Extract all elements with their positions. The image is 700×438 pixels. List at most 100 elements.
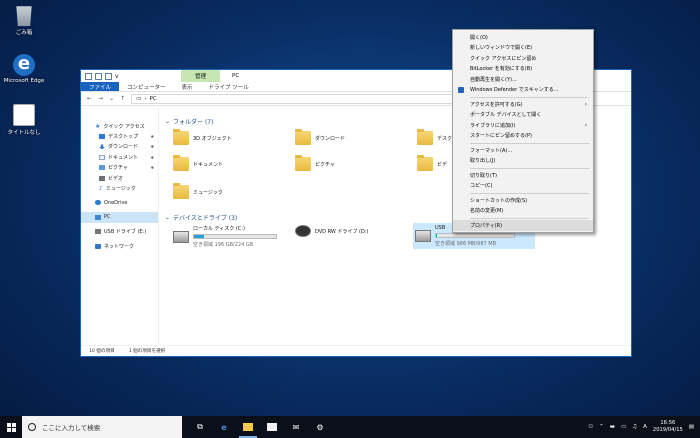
volume-icon[interactable]: ♫ — [632, 424, 637, 430]
menu-item-properties[interactable]: プロパティ(R) — [453, 220, 593, 231]
up-arrow-icon[interactable]: ↑ — [120, 95, 125, 102]
quick-access-toolbar: v — [81, 70, 181, 82]
nav-item-desktop[interactable]: デスクトップ ✱ — [81, 131, 158, 141]
folder-icon — [417, 129, 433, 145]
menu-item-rename[interactable]: 名前の変更(M) — [453, 206, 593, 217]
back-arrow-icon[interactable]: ← — [87, 95, 92, 102]
quick-access-dropdown[interactable]: v — [115, 73, 119, 80]
folders-section-header[interactable]: ⌄ フォルダー (7) — [165, 117, 213, 126]
menu-item-copy[interactable]: コピー(C) — [453, 181, 593, 192]
shield-icon — [458, 86, 464, 93]
store-icon[interactable] — [260, 416, 284, 438]
menu-item-format[interactable]: フォーマット(A)... — [453, 145, 593, 156]
folder-music[interactable]: ミュージック — [173, 183, 223, 199]
tab-drive-tools[interactable]: ドライブ ツール — [201, 82, 257, 91]
menu-item-pin-start[interactable]: スタートにピン留めする(P) — [453, 131, 593, 142]
drive-dvd-d[interactable]: DVD RW ドライブ (D:) — [295, 225, 368, 237]
desktop-icon-recycle-bin[interactable]: ごみ箱 — [2, 4, 46, 36]
nav-item-usb-drive[interactable]: USB ドライブ (E:) — [81, 227, 158, 237]
tab-file[interactable]: ファイル — [81, 82, 120, 91]
chevron-up-icon[interactable]: ⌃ — [599, 424, 604, 430]
forward-arrow-icon[interactable]: → — [98, 95, 103, 102]
nav-item-documents[interactable]: ドキュメント ✱ — [81, 152, 158, 162]
usb-drive-icon — [415, 230, 431, 242]
drive-usage-fill — [194, 235, 205, 238]
tab-manage[interactable]: 管理 — [181, 70, 221, 82]
desktop-icon-label: ごみ箱 — [15, 30, 33, 36]
menu-item-autoplay[interactable]: 自動再生を開く(Y)... — [453, 74, 593, 85]
nav-item-videos[interactable]: ビデオ — [81, 173, 158, 183]
menu-item-create-shortcut[interactable]: ショートカットの作成(S) — [453, 195, 593, 206]
folder-3d-objects[interactable]: 3D オブジェクト — [173, 129, 232, 145]
hard-drive-icon — [173, 230, 189, 243]
menu-separator — [470, 96, 589, 98]
tab-computer[interactable]: コンピューター — [119, 82, 174, 91]
status-bar: 10 個の項目 1 個の項目を選択 — [81, 345, 631, 356]
pin-icon: ✱ — [150, 154, 154, 160]
desktop-icon-untitled[interactable]: タイトルなし — [2, 104, 46, 136]
folder-downloads[interactable]: ダウンロード — [295, 129, 345, 145]
chevron-right-icon: › — [584, 121, 587, 129]
menu-item-give-access[interactable]: アクセスを許可する(G) › — [453, 99, 593, 110]
mail-icon[interactable]: ✉ — [284, 416, 308, 438]
people-icon[interactable]: ⚇ — [588, 424, 593, 430]
folder-videos[interactable]: ビデ — [417, 155, 447, 171]
start-button[interactable] — [0, 416, 22, 438]
menu-item-bitlocker[interactable]: BitLocker を有効にする(B) — [453, 64, 593, 75]
new-folder-icon[interactable] — [105, 72, 112, 80]
nav-item-pc[interactable]: PC — [81, 212, 158, 223]
desktop-icon-label: タイトルなし — [7, 130, 41, 136]
properties-icon[interactable] — [95, 72, 102, 80]
folder-desktop[interactable]: デスク — [417, 129, 452, 145]
ime-indicator[interactable]: A — [643, 424, 647, 430]
document-icon — [13, 104, 35, 126]
network-icon[interactable]: ▭ — [621, 424, 626, 430]
video-icon — [99, 175, 105, 181]
usb-eject-icon[interactable]: ▬ — [610, 424, 615, 430]
nav-item-music[interactable]: ♪ ミュージック — [81, 183, 158, 193]
nav-item-quick-access[interactable]: ★ クイック アクセス — [81, 121, 158, 131]
menu-item-include-library[interactable]: ライブラリに追加(I) › — [453, 120, 593, 131]
computer-icon — [95, 214, 101, 220]
drive-local-c[interactable]: ローカル ディスク (C:) 空き領域 196 GB/224 GB — [173, 225, 277, 248]
nav-item-onedrive[interactable]: OneDrive — [81, 198, 158, 208]
folder-icon — [295, 129, 311, 145]
menu-item-pin-quick-access[interactable]: クイック アクセスにピン留め — [453, 53, 593, 64]
system-tray: ⚇ ⌃ ▬ ▭ ♫ A 16:56 2019/04/15 ▤ — [588, 420, 700, 434]
download-icon — [99, 144, 105, 150]
menu-item-open-new-window[interactable]: 新しいウィンドウで開く(E) — [453, 43, 593, 54]
drive-free-space: 空き領域 196 GB/224 GB — [193, 242, 254, 248]
settings-gear-icon[interactable]: ⚙ — [308, 416, 332, 438]
file-explorer-icon[interactable] — [236, 416, 260, 438]
menu-item-eject[interactable]: 取り出し(J) — [453, 156, 593, 167]
task-view-icon[interactable]: ⧉ — [188, 416, 212, 438]
menu-item-defender-scan[interactable]: Windows Defender でスキャンする... — [453, 85, 593, 96]
edge-icon[interactable]: e — [212, 416, 236, 438]
folder-pictures[interactable]: ピクチャ — [295, 155, 335, 171]
desktop-icon-edge[interactable]: Microsoft Edge — [2, 54, 46, 84]
desktop-icon-label: Microsoft Edge — [3, 78, 45, 84]
menu-item-cut[interactable]: 切り取り(T) — [453, 170, 593, 181]
computer-icon[interactable] — [85, 72, 92, 80]
nav-item-pictures[interactable]: ピクチャ ✱ — [81, 163, 158, 173]
breadcrumb-pc[interactable]: PC — [150, 96, 157, 102]
nav-item-network[interactable]: ネットワーク — [81, 241, 158, 251]
clock[interactable]: 16:56 2019/04/15 — [653, 420, 683, 434]
tab-view[interactable]: 表示 — [174, 82, 201, 91]
drives-section-header[interactable]: ⌄ デバイスとドライブ (3) — [165, 213, 237, 222]
menu-item-open-portable[interactable]: ポータブル デバイスとして開く — [453, 110, 593, 121]
address-bar[interactable]: ▭ › PC — [131, 93, 492, 104]
folder-documents[interactable]: ドキュメント — [173, 155, 223, 171]
folder-icon — [417, 155, 433, 171]
computer-icon: ▭ — [136, 95, 142, 102]
windows-logo-icon — [6, 422, 16, 432]
chevron-down-icon[interactable]: ⌄ — [109, 95, 114, 102]
cortana-icon — [28, 423, 36, 431]
taskbar-search-box[interactable]: ここに入力して検索 — [22, 416, 182, 438]
star-icon: ★ — [95, 122, 101, 130]
nav-item-downloads[interactable]: ダウンロード ✱ — [81, 142, 158, 152]
action-center-icon[interactable]: ▤ — [689, 424, 694, 430]
music-icon: ♪ — [99, 185, 103, 193]
drive-usage-fill — [436, 234, 437, 237]
menu-item-open[interactable]: 開く(O) — [453, 32, 593, 43]
